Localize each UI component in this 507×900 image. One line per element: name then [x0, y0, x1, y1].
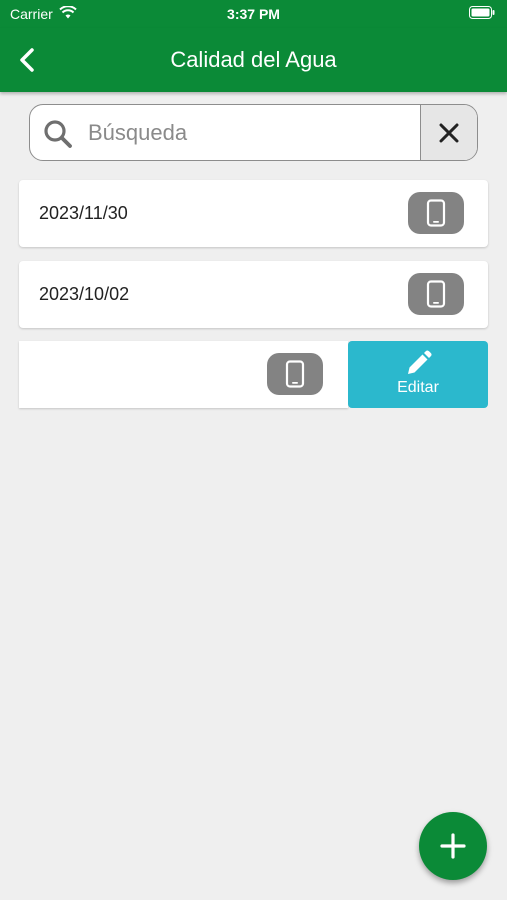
record-date: 2023/11/30: [39, 203, 128, 223]
smartphone-icon: [426, 199, 446, 227]
edit-label: Editar: [397, 379, 439, 396]
search-input[interactable]: [86, 113, 420, 153]
pencil-icon: [408, 350, 432, 374]
close-icon: [439, 123, 459, 143]
list-item[interactable]: [19, 341, 348, 408]
clear-search-button[interactable]: [420, 105, 477, 160]
status-time: 3:37 PM: [227, 6, 280, 22]
add-record-button[interactable]: [419, 812, 487, 880]
smartphone-icon: [285, 360, 305, 388]
device-button[interactable]: [408, 192, 464, 234]
status-bar: Carrier 3:37 PM: [0, 0, 507, 28]
record-date: 2023/10/02: [39, 284, 130, 304]
search-bar: [29, 104, 478, 161]
plus-icon: [440, 833, 466, 859]
page-title: Calidad del Agua: [170, 47, 337, 72]
device-button[interactable]: [267, 353, 323, 395]
edit-button[interactable]: Editar: [348, 341, 488, 408]
swiped-list-item: Editar: [19, 341, 488, 408]
smartphone-icon: [426, 280, 446, 308]
battery-icon: [469, 6, 495, 22]
list-item[interactable]: 2023/10/02: [19, 261, 488, 328]
navigation-bar: Calidad del Agua: [0, 28, 507, 92]
search-icon: [42, 118, 74, 150]
device-button[interactable]: [408, 273, 464, 315]
list-item[interactable]: 2023/11/30: [19, 180, 488, 247]
